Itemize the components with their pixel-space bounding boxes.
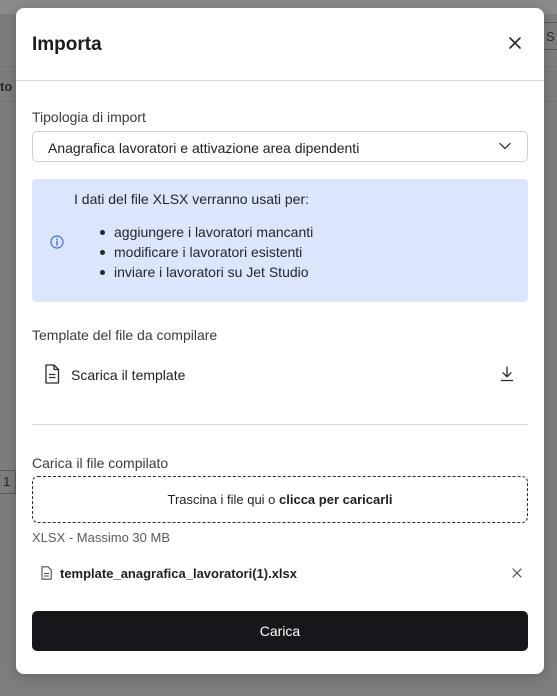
info-list-item: inviare i lavoratori su Jet Studio — [100, 264, 313, 284]
close-icon[interactable] — [508, 36, 522, 50]
info-list-item: modificare i lavoratori esistenti — [100, 244, 313, 264]
template-label: Template del file da compilare — [32, 327, 218, 343]
info-list-item: aggiungere i lavoratori mancanti — [100, 224, 313, 244]
download-icon[interactable] — [500, 366, 514, 382]
background-column-header: to — [0, 79, 13, 94]
info-icon — [50, 235, 64, 249]
info-box: I dati del file XLSX verranno usati per:… — [32, 179, 528, 302]
info-intro: I dati del file XLSX verranno usati per: — [74, 191, 310, 207]
section-divider — [32, 424, 528, 425]
import-modal: Importa Tipologia di import Anagrafica l… — [16, 8, 544, 674]
download-template-link[interactable]: Scarica il template — [32, 362, 528, 388]
background-page-number: 1 — [0, 470, 16, 494]
upload-label: Carica il file compilato — [32, 455, 169, 471]
modal-header: Importa — [16, 8, 544, 81]
uploaded-file-name: template_anagrafica_lavoratori(1).xlsx — [60, 566, 297, 581]
download-template-text: Scarica il template — [71, 367, 186, 383]
modal-title: Importa — [32, 34, 102, 55]
chevron-down-icon — [499, 142, 511, 150]
dropzone-text: Trascina i file qui o — [167, 492, 280, 507]
upload-button[interactable]: Carica — [32, 611, 528, 651]
file-format-hint: XLSX - Massimo 30 MB — [32, 530, 170, 545]
import-type-label: Tipologia di import — [32, 109, 146, 125]
info-list: aggiungere i lavoratori mancanti modific… — [100, 224, 313, 284]
import-type-value: Anagrafica lavoratori e attivazione area… — [48, 140, 360, 156]
document-icon — [45, 364, 60, 384]
file-icon — [41, 566, 52, 580]
file-dropzone[interactable]: Trascina i file qui o clicca per caricar… — [32, 476, 528, 523]
dropzone-link[interactable]: clicca per caricarli — [279, 492, 392, 507]
remove-file-icon[interactable] — [512, 568, 522, 578]
import-type-select[interactable]: Anagrafica lavoratori e attivazione area… — [32, 131, 528, 162]
uploaded-file: template_anagrafica_lavoratori(1).xlsx — [32, 564, 528, 584]
